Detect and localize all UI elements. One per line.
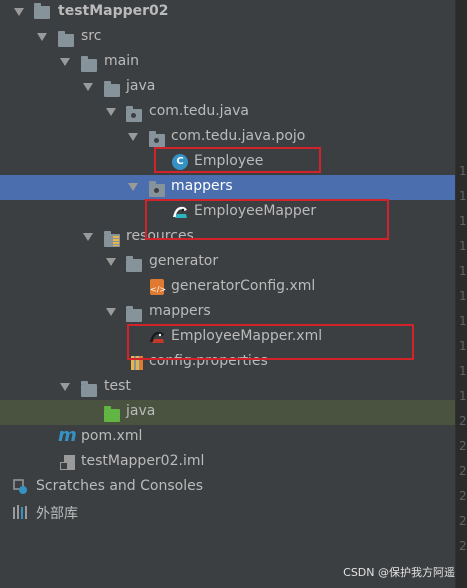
module-folder-icon [34, 3, 50, 19]
watermark: CSDN @保护我方阿遥 [343, 566, 455, 579]
editor-gutter: 1 1 1 1 1 1 1 1 1 1 2 2 2 2 2 2 [455, 0, 467, 588]
chevron-down-icon[interactable] [14, 8, 24, 16]
chevron-down-icon[interactable] [128, 183, 138, 191]
gutter-line-number: 1 [459, 214, 467, 228]
tree-item-project[interactable]: testMapper02 [0, 0, 455, 25]
pom-label: pom.xml [81, 428, 143, 444]
tree-item-java[interactable]: java [0, 75, 455, 100]
gutter-line-number: 1 [459, 364, 467, 378]
gutter-line-number: 2 [459, 414, 467, 428]
iml-file-icon [60, 455, 75, 470]
iml-label: testMapper02.iml [81, 453, 205, 469]
chevron-down-icon[interactable] [106, 258, 116, 266]
scratches-label: Scratches and Consoles [36, 478, 203, 494]
tree-item-package-root[interactable]: com.tedu.java [0, 100, 455, 125]
mappers-package-label: mappers [171, 178, 233, 194]
package-icon [149, 181, 165, 197]
scratches-icon [13, 479, 27, 494]
tree-item-external-libraries[interactable]: 外部库 [0, 500, 455, 525]
project-label: testMapper02 [58, 3, 169, 19]
test-label: test [104, 378, 131, 394]
resources-folder-icon [104, 231, 120, 247]
folder-icon [81, 56, 97, 72]
xml-file-icon: </> [150, 279, 166, 295]
chevron-down-icon[interactable] [106, 108, 116, 116]
chevron-down-icon[interactable] [60, 383, 70, 391]
gutter-line-number: 1 [459, 189, 467, 203]
java-label: java [126, 78, 156, 94]
tree-item-main[interactable]: main [0, 50, 455, 75]
gutter-line-number: 1 [459, 239, 467, 253]
tree-item-test[interactable]: test [0, 375, 455, 400]
package-root-label: com.tedu.java [149, 103, 249, 119]
gutter-line-number: 1 [459, 164, 467, 178]
chevron-down-icon[interactable] [60, 58, 70, 66]
tree-item-pom[interactable]: m pom.xml [0, 425, 455, 450]
gutter-line-number: 2 [459, 464, 467, 478]
gutter-line-number: 2 [459, 489, 467, 503]
package-icon [126, 106, 142, 122]
folder-icon [81, 381, 97, 397]
chevron-down-icon[interactable] [83, 83, 93, 91]
tree-item-mappers-package[interactable]: mappers [0, 175, 455, 200]
mappers-resources-label: mappers [149, 303, 211, 319]
package-icon [149, 131, 165, 147]
package-pojo-label: com.tedu.java.pojo [171, 128, 306, 144]
tree-item-generator-config[interactable]: </> generatorConfig.xml [0, 275, 455, 300]
gutter-line-number: 1 [459, 314, 467, 328]
tree-item-test-java[interactable]: java [0, 400, 455, 425]
gutter-line-number: 1 [459, 339, 467, 353]
chevron-down-icon[interactable] [37, 33, 47, 41]
folder-icon [58, 31, 74, 47]
gutter-line-number: 1 [459, 389, 467, 403]
test-source-folder-icon [104, 406, 120, 422]
chevron-down-icon[interactable] [83, 233, 93, 241]
folder-icon [126, 306, 142, 322]
chevron-down-icon[interactable] [128, 133, 138, 141]
tree-item-iml[interactable]: testMapper02.iml [0, 450, 455, 475]
chevron-down-icon[interactable] [106, 308, 116, 316]
highlight-box-employee [154, 147, 321, 173]
maven-icon: m [58, 425, 77, 446]
tree-item-mappers-resources[interactable]: mappers [0, 300, 455, 325]
generator-config-label: generatorConfig.xml [171, 278, 316, 294]
generator-label: generator [149, 253, 219, 269]
gutter-line-number: 1 [459, 264, 467, 278]
tree-item-scratches[interactable]: Scratches and Consoles [0, 475, 455, 500]
gutter-line-number: 2 [459, 439, 467, 453]
test-java-label: java [126, 403, 156, 419]
tree-item-src[interactable]: src [0, 25, 455, 50]
external-libraries-label: 外部库 [36, 506, 78, 522]
tree-item-generator[interactable]: generator [0, 250, 455, 275]
main-label: main [104, 53, 139, 69]
external-libraries-icon [13, 505, 27, 519]
gutter-line-number: 2 [459, 514, 467, 528]
source-folder-icon [104, 81, 120, 97]
highlight-box-employee-mapper [145, 199, 389, 240]
gutter-line-number: 2 [459, 539, 467, 553]
highlight-box-employee-mapper-xml [127, 324, 414, 360]
folder-icon [126, 256, 142, 272]
gutter-line-number: 1 [459, 289, 467, 303]
src-label: src [81, 28, 102, 44]
